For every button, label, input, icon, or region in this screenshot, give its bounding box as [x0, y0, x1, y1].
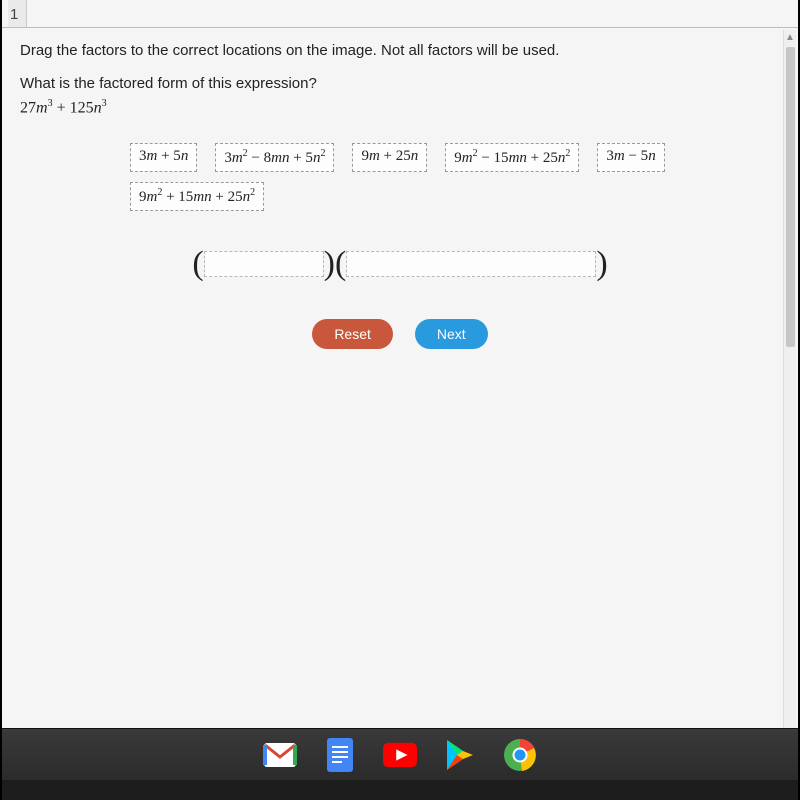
factor-row-2: 9m2 + 15mn + 25n2	[130, 182, 780, 211]
next-button[interactable]: Next	[415, 319, 488, 349]
reset-button[interactable]: Reset	[312, 319, 393, 349]
browser-area: 1 ▲ Drag the factors to the correct loca…	[2, 0, 798, 728]
close-paren-2-icon: )	[596, 245, 607, 283]
factor-tile-3m2-minus-8mn-plus-5n2[interactable]: 3m2 − 8mn + 5n2	[215, 143, 334, 172]
screen-frame: 1 ▲ Drag the factors to the correct loca…	[0, 0, 800, 800]
gmail-icon[interactable]	[263, 738, 297, 772]
top-bar: 1	[2, 0, 798, 28]
open-paren-2-icon: (	[335, 245, 346, 283]
instruction-text: Drag the factors to the correct location…	[20, 42, 780, 59]
factor-tile-9m2-minus-15mn-plus-25n2[interactable]: 9m2 − 15mn + 25n2	[445, 143, 579, 172]
chrome-icon[interactable]	[503, 738, 537, 772]
docs-icon[interactable]	[323, 738, 357, 772]
factor-tile-9m-plus-25n[interactable]: 9m + 25n	[352, 143, 427, 172]
question-number: 1	[8, 0, 27, 27]
open-paren-1-icon: (	[192, 245, 203, 283]
question-text: What is the factored form of this expres…	[20, 75, 780, 92]
youtube-icon[interactable]	[383, 738, 417, 772]
factor-tile-9m2-plus-15mn-plus-25n2[interactable]: 9m2 + 15mn + 25n2	[130, 182, 264, 211]
dropzone-2[interactable]	[346, 251, 596, 277]
dropzone-1[interactable]	[204, 251, 324, 277]
close-paren-1-icon: )	[324, 245, 335, 283]
expression: 27m3 + 125n3	[20, 98, 780, 117]
google-play-icon[interactable]	[443, 738, 477, 772]
answer-dropzone-row: ( )( )	[20, 245, 780, 283]
button-row: Reset Next	[20, 319, 780, 349]
factor-tile-3m-minus-5n[interactable]: 3m − 5n	[597, 143, 664, 172]
bottom-bezel	[2, 780, 798, 800]
factor-tile-3m-plus-5n[interactable]: 3m + 5n	[130, 143, 197, 172]
factor-row-1: 3m + 5n 3m2 − 8mn + 5n2 9m + 25n 9m2 − 1…	[130, 143, 780, 172]
taskbar	[2, 728, 798, 780]
content-area: Drag the factors to the correct location…	[2, 28, 798, 728]
